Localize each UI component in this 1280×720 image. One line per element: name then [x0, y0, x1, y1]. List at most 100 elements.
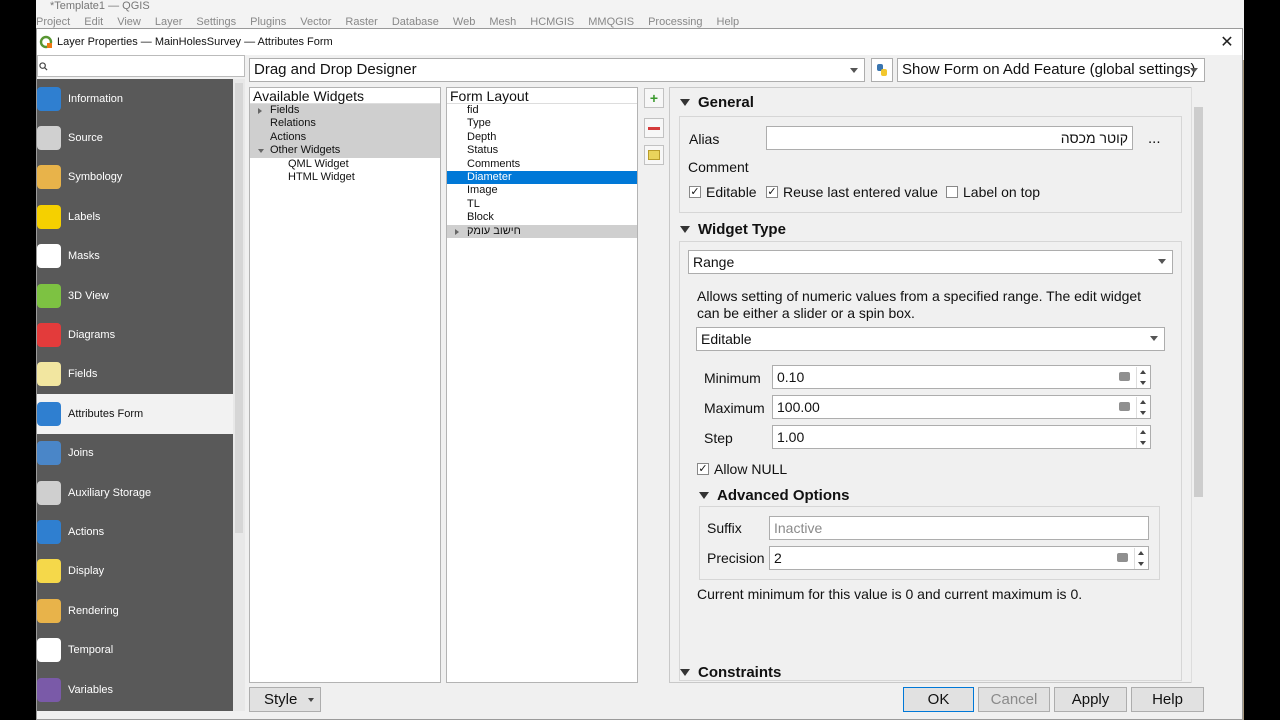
add-container-button[interactable]: + [644, 88, 664, 108]
widget-type-group-toggle[interactable]: Widget Type [680, 221, 786, 238]
alias-input[interactable]: קוטר מכסה [766, 126, 1133, 150]
step-value: 1.00 [777, 429, 805, 445]
tree-item[interactable]: חישוב עומק [447, 224, 637, 238]
python-icon [877, 64, 887, 76]
cancel-button[interactable]: Cancel [978, 687, 1050, 712]
3d-view-icon [37, 283, 61, 308]
sidebar-item-actions[interactable]: Actions [37, 512, 233, 551]
constraints-group-toggle[interactable]: Constraints [680, 664, 781, 681]
tree-item[interactable]: Diameter [447, 170, 637, 185]
style-label: Style [264, 691, 298, 708]
step-spinbox[interactable]: 1.00 [772, 425, 1151, 449]
tree-item[interactable]: Type [447, 117, 637, 130]
sidebar-scrollbar[interactable] [233, 79, 245, 711]
collapse-icon[interactable] [258, 149, 264, 154]
sidebar-item-diagrams[interactable]: Diagrams [37, 315, 233, 354]
maximum-label: Maximum [704, 400, 765, 416]
suffix-input[interactable]: Inactive [769, 516, 1149, 540]
help-button[interactable]: Help [1131, 687, 1204, 712]
config-scroll-thumb[interactable] [1194, 107, 1203, 497]
sidebar-item-source[interactable]: Source [37, 118, 233, 157]
tree-item-label: QML Widget [288, 157, 349, 170]
available-widgets-tree[interactable]: Available Widgets Fields Relations Actions… [249, 87, 441, 683]
widget-type-select[interactable]: Range [688, 250, 1173, 274]
expand-icon[interactable] [258, 108, 262, 114]
search-icon [39, 62, 48, 71]
editable-checkbox[interactable]: ✓ Editable [689, 184, 757, 200]
tree-item[interactable]: Status [447, 144, 637, 157]
sidebar-item-3d-view[interactable]: 3D View [37, 276, 233, 315]
checkbox-unchecked-icon [946, 186, 958, 198]
available-widgets-list: Fields Relations Actions Other Widgets QML W… [250, 104, 440, 184]
sidebar-item-display[interactable]: Display [37, 552, 233, 591]
tree-item[interactable]: Relations [250, 117, 440, 131]
widget-type-title: Widget Type [698, 221, 786, 238]
tree-item[interactable]: Depth [447, 131, 637, 144]
config-scrollbar[interactable] [1191, 87, 1205, 683]
tree-item[interactable]: TL [447, 198, 637, 211]
sidebar-item-variables[interactable]: Variables [37, 670, 233, 709]
tree-item[interactable]: Actions [250, 130, 440, 145]
sidebar-search-input[interactable] [37, 55, 245, 77]
sidebar-item-temporal[interactable]: Temporal [37, 630, 233, 669]
sidebar-item-fields[interactable]: Fields [37, 355, 233, 394]
clear-icon[interactable] [1117, 553, 1128, 562]
labels-icon [37, 204, 61, 229]
sidebar-item-information[interactable]: Information [37, 79, 233, 118]
tree-item[interactable]: HTML Widget [250, 171, 440, 184]
invert-selection-button[interactable] [644, 145, 664, 165]
apply-button[interactable]: Apply [1054, 687, 1127, 712]
suppress-form-select[interactable]: Show Form on Add Feature (global setting… [897, 58, 1205, 82]
style-button[interactable]: Style [249, 687, 321, 712]
expand-icon[interactable] [455, 228, 459, 235]
dialog-title: Layer Properties — MainHolesSurvey — Att… [57, 36, 333, 48]
sidebar-item-labels[interactable]: Labels [37, 197, 233, 236]
clear-icon[interactable] [1119, 402, 1130, 411]
widget-type-value: Range [693, 254, 735, 270]
remove-button[interactable] [644, 118, 664, 138]
maximum-spinbox[interactable]: 100.00 [772, 395, 1151, 419]
sidebar-item-label: Actions [68, 525, 105, 538]
spin-arrows-icon[interactable] [1136, 427, 1149, 448]
sidebar-item-joins[interactable]: Joins [37, 434, 233, 473]
sidebar-item-rendering[interactable]: Rendering [37, 591, 233, 630]
close-button[interactable]: ✕ [1212, 32, 1242, 52]
map-canvas-edge [1243, 60, 1244, 720]
tree-item[interactable]: fid [447, 104, 637, 117]
tree-item[interactable]: QML Widget [250, 158, 440, 171]
general-group-toggle[interactable]: General [680, 94, 754, 111]
spin-arrows-icon[interactable] [1134, 548, 1147, 569]
sidebar-item-masks[interactable]: Masks [37, 237, 233, 276]
sidebar-item-label: Diagrams [68, 329, 116, 342]
label-on-top-checkbox[interactable]: Label on top [946, 184, 1040, 200]
tree-item[interactable]: Comments [447, 158, 637, 171]
python-init-button[interactable] [871, 58, 893, 82]
tree-item[interactable]: Block [447, 211, 637, 224]
designer-mode-select[interactable]: Drag and Drop Designer [249, 58, 865, 82]
precision-spinbox[interactable]: 2 [769, 546, 1149, 570]
range-editor-select[interactable]: Editable [696, 327, 1165, 351]
tree-item[interactable]: Other Widgets [250, 144, 440, 158]
allow-null-checkbox[interactable]: ✓ Allow NULL [697, 461, 787, 477]
source-icon [37, 126, 61, 151]
sidebar-scroll-thumb[interactable] [235, 83, 243, 533]
minimum-spinbox[interactable]: 0.10 [772, 365, 1151, 389]
form-layout-tree[interactable]: Form Layout fid Type Depth Status Comments Di… [446, 87, 638, 683]
spin-arrows-icon[interactable] [1136, 367, 1149, 388]
sidebar-item-attributes-form[interactable]: Attributes Form [37, 394, 233, 434]
ok-button[interactable]: OK [903, 687, 974, 712]
actions-icon [37, 519, 61, 544]
reuse-last-value-checkbox[interactable]: ✓ Reuse last entered value [766, 184, 938, 200]
sidebar-item-symbology[interactable]: Symbology [37, 158, 233, 197]
tree-item[interactable]: Image [447, 184, 637, 197]
sidebar-item-auxiliary-storage[interactable]: Auxiliary Storage [37, 473, 233, 512]
designer-mode-value: Drag and Drop Designer [254, 61, 417, 78]
advanced-options-toggle[interactable]: Advanced Options [699, 487, 850, 504]
precision-value: 2 [774, 550, 782, 566]
tree-item-label: Fields [270, 104, 300, 116]
expression-more-button[interactable]: ... [1148, 130, 1161, 147]
spin-arrows-icon[interactable] [1136, 397, 1149, 418]
tree-item[interactable]: Fields [250, 104, 440, 118]
clear-icon[interactable] [1119, 372, 1130, 381]
plus-icon: + [649, 90, 659, 106]
